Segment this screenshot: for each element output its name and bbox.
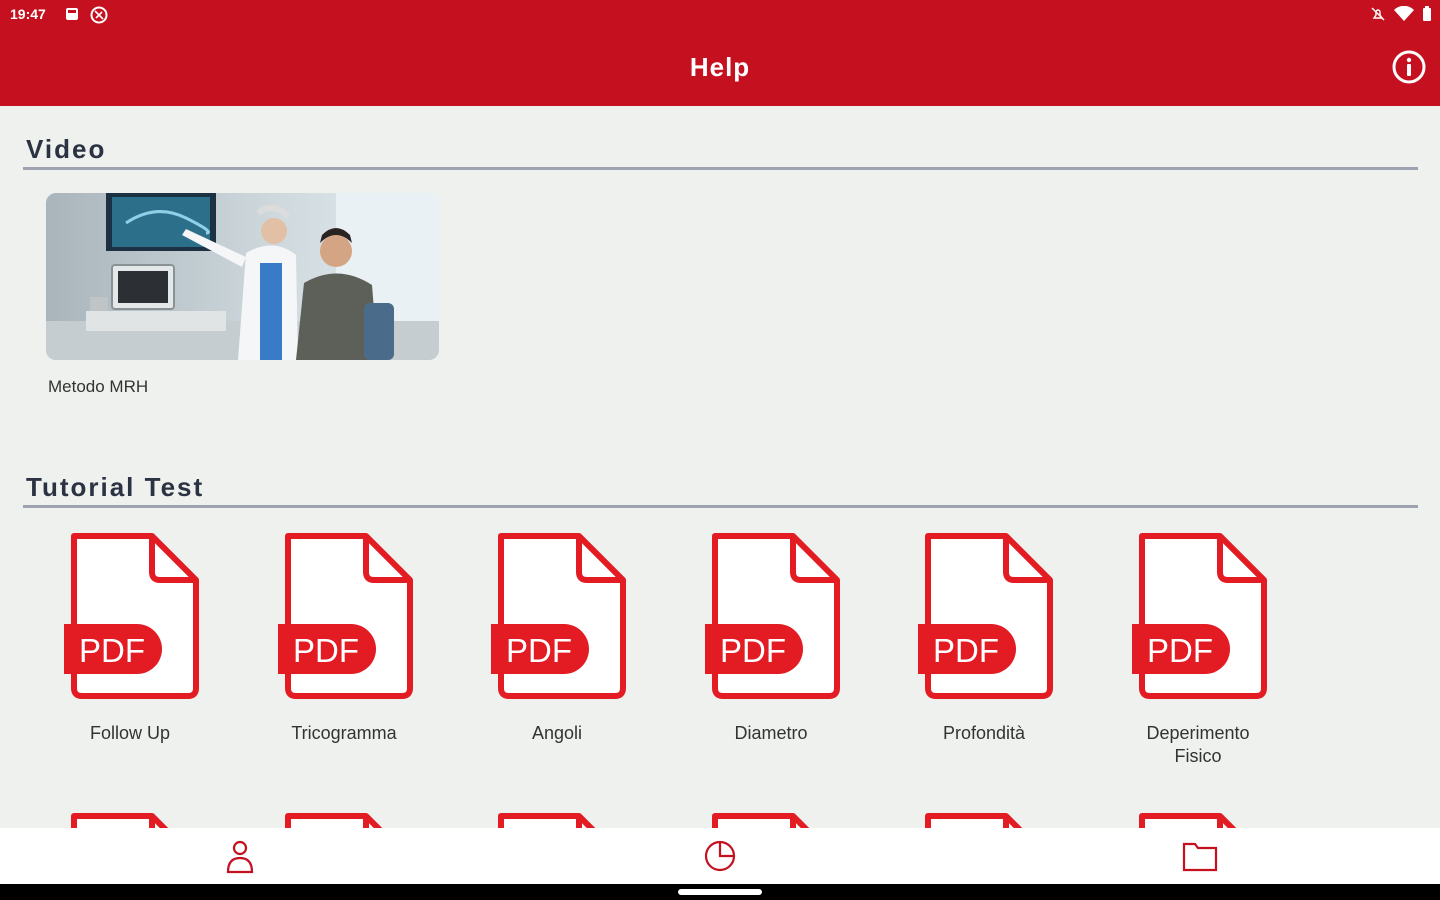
pdf-item-partial[interactable] (274, 808, 414, 830)
pdf-file-icon: PDF (64, 533, 199, 699)
pdf-badge-text: PDF (720, 632, 786, 669)
pie-chart-icon[interactable] (700, 838, 740, 874)
tutorial-section-divider (23, 505, 1418, 508)
pdf-badge-text: PDF (1147, 632, 1213, 669)
pdf-file-icon: PDF (278, 533, 413, 699)
app-bar: Help (0, 30, 1440, 106)
pdf-file-icon: PDF (705, 533, 840, 699)
person-icon[interactable] (220, 838, 260, 874)
pdf-item[interactable]: PDF Angoli (487, 532, 627, 745)
pdf-item-partial[interactable] (60, 808, 200, 830)
folder-icon[interactable] (1180, 838, 1220, 874)
pdf-file-icon (285, 813, 385, 830)
pdf-badge-text: PDF (79, 632, 145, 669)
app-notification-icon (90, 6, 108, 24)
pdf-file-icon: PDF (1132, 533, 1267, 699)
pdf-item-label: Profondità (942, 723, 1026, 743)
pdf-item[interactable]: PDF Follow Up (60, 532, 200, 745)
pdf-file-icon: PDF (918, 533, 1053, 699)
bottom-navigation (0, 828, 1440, 884)
pdf-item-label: Diametro (734, 723, 808, 743)
pdf-item-label: Angoli (531, 723, 583, 743)
status-bar: 19:47 (0, 0, 1440, 30)
system-navigation-bar (0, 884, 1440, 900)
pdf-file-icon (925, 813, 1025, 830)
battery-icon (1423, 6, 1431, 21)
video-label: Metodo MRH (48, 377, 149, 396)
pdf-badge-text: PDF (506, 632, 572, 669)
pdf-file-icon (1139, 813, 1239, 830)
video-section-title: Video (26, 134, 107, 164)
pdf-item-partial[interactable] (487, 808, 627, 830)
pdf-item-partial[interactable] (1128, 808, 1268, 830)
pdf-badge-text: PDF (933, 632, 999, 669)
pdf-item[interactable]: PDF Diametro (701, 532, 841, 745)
notification-icon (66, 8, 78, 20)
wifi-icon (1394, 6, 1414, 21)
pdf-item-label: Deperimento Fisico (1146, 723, 1250, 766)
mute-icon (1371, 7, 1385, 21)
pdf-item-partial[interactable] (701, 808, 841, 830)
tutorial-section-title: Tutorial Test (26, 472, 205, 502)
video-section-divider (23, 167, 1418, 170)
pdf-item-label: Follow Up (89, 723, 171, 743)
pdf-item-partial[interactable] (914, 808, 1054, 830)
video-thumbnail-image (46, 193, 439, 360)
pdf-file-icon (498, 813, 598, 830)
pdf-badge-text: PDF (293, 632, 359, 669)
pdf-file-icon (712, 813, 812, 830)
home-handle[interactable] (678, 889, 762, 895)
pdf-item[interactable]: PDF Deperimento Fisico (1128, 532, 1268, 768)
page-title: Help (689, 52, 751, 82)
pdf-file-icon: PDF (491, 533, 626, 699)
pdf-file-icon (71, 813, 171, 830)
info-icon[interactable] (1392, 50, 1426, 84)
video-thumbnail[interactable] (46, 193, 439, 360)
pdf-item[interactable]: PDF Profondità (914, 532, 1054, 745)
status-time: 19:47 (10, 6, 46, 22)
pdf-item[interactable]: PDF Tricogramma (274, 532, 414, 745)
pdf-item-label: Tricogramma (291, 723, 397, 743)
